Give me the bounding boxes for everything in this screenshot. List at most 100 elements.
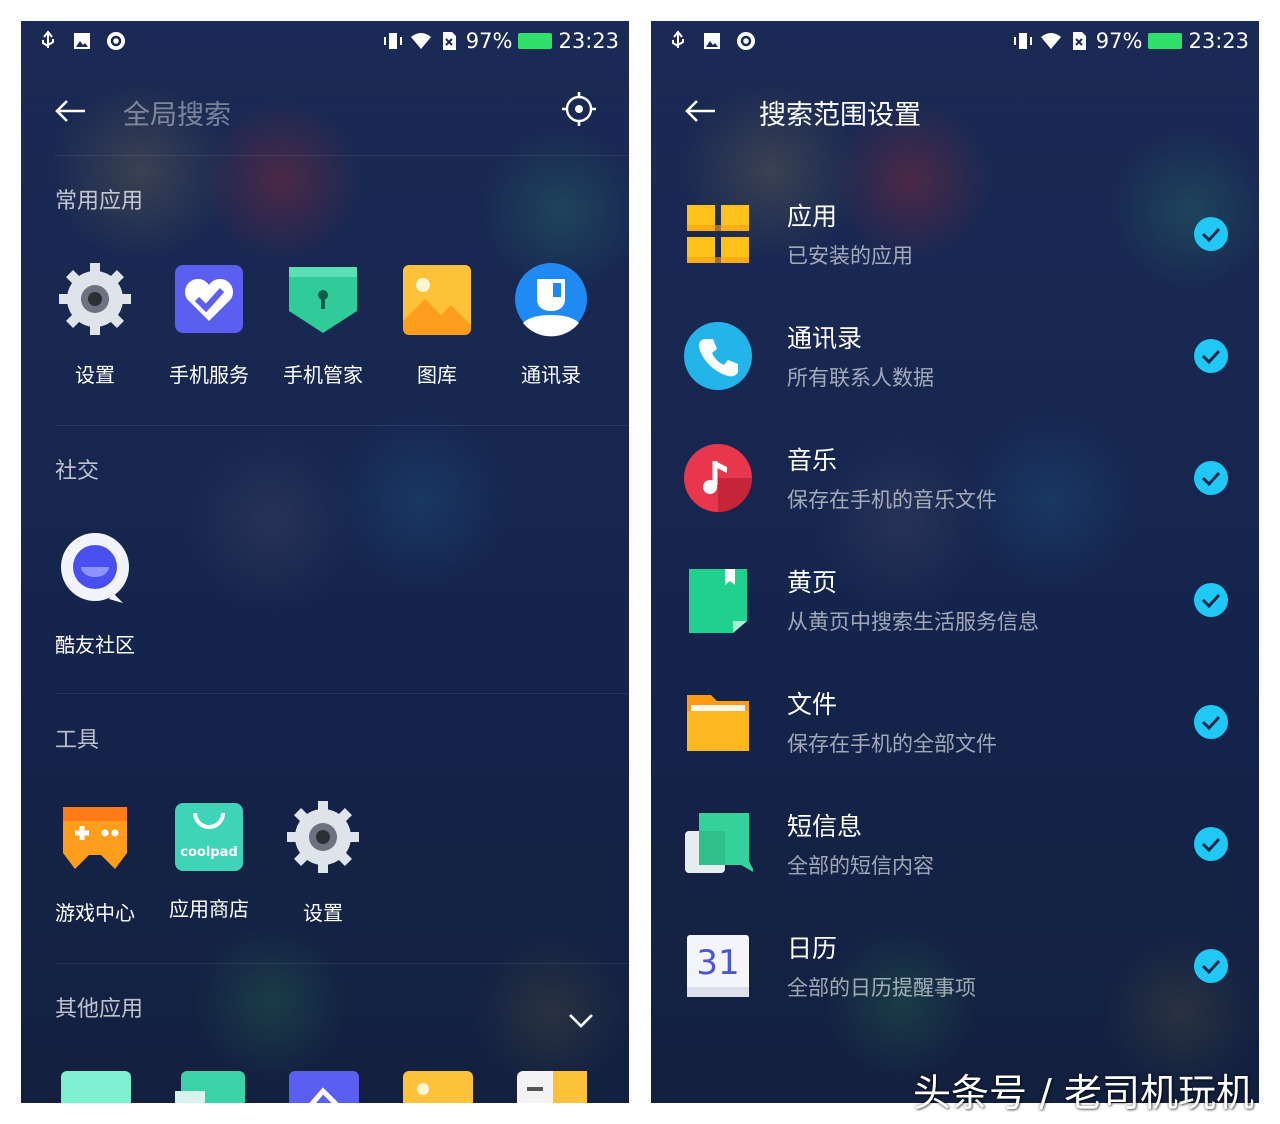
divider	[55, 425, 629, 426]
scope-item-title: 通讯录	[787, 324, 863, 353]
calendar-icon: 31	[683, 931, 753, 1001]
check-icon[interactable]	[1194, 461, 1228, 495]
app-label: 手机管家	[283, 363, 363, 387]
scope-item-subtitle: 保存在手机的音乐文件	[787, 488, 997, 512]
other-app-icon[interactable]	[61, 1071, 131, 1103]
battery-icon	[518, 33, 553, 49]
scope-item-contacts[interactable]: 通讯录 所有联系人数据	[651, 299, 1259, 419]
search-scope-settings-screen: 97% 23:23 搜索范围设置 应用 已安装的应用 通讯录 所有联系人数据 音…	[651, 21, 1259, 1103]
search-bar: 全局搜索	[21, 81, 629, 141]
app-label: 设置	[303, 901, 343, 925]
vibrate-icon	[1013, 33, 1032, 49]
app-coolpad-community[interactable]: 酷友社区	[39, 531, 151, 658]
music-note-icon	[684, 444, 752, 512]
chevron-down-icon[interactable]	[567, 1011, 595, 1031]
other-app-icon[interactable]	[403, 1071, 473, 1103]
check-icon[interactable]	[1194, 339, 1228, 373]
app-contacts[interactable]: 通讯录	[495, 261, 607, 388]
scope-item-yellow-pages[interactable]: 黄页 从黄页中搜索生活服务信息	[651, 543, 1259, 663]
scope-item-title: 日历	[787, 934, 838, 963]
app-label: 设置	[75, 363, 115, 387]
image-icon	[74, 33, 90, 49]
heart-check-icon	[175, 265, 243, 333]
c-app-icon	[107, 32, 125, 50]
clock: 23:23	[1188, 29, 1249, 53]
other-app-icon[interactable]	[289, 1071, 359, 1103]
folder-icon	[687, 695, 749, 751]
app-game-center[interactable]: 游戏中心	[39, 799, 151, 926]
shield-lock-icon	[289, 267, 357, 333]
app-label: 通讯录	[521, 363, 581, 387]
vibrate-icon	[383, 33, 402, 49]
global-search-screen: 97% 23:23 全局搜索 常用应用 设置 手机服务 手机管家 图库 通讯录 …	[21, 21, 629, 1103]
app-label: 应用商店	[169, 897, 249, 921]
scope-item-subtitle: 全部的日历提醒事项	[787, 976, 976, 1000]
scope-item-title: 黄页	[787, 568, 838, 597]
search-settings-icon[interactable]	[559, 89, 599, 129]
clock: 23:23	[558, 29, 619, 53]
scope-item-files[interactable]: 文件 保存在手机的全部文件	[651, 665, 1259, 785]
app-store-bag-icon: coolpad	[171, 799, 247, 875]
c-app-icon	[737, 32, 755, 50]
scope-item-music[interactable]: 音乐 保存在手机的音乐文件	[651, 421, 1259, 541]
check-icon[interactable]	[1194, 217, 1228, 251]
app-gallery[interactable]: 图库	[381, 261, 493, 388]
battery-percent: 97%	[465, 29, 513, 53]
status-bar: 97% 23:23	[21, 21, 629, 65]
scope-item-subtitle: 全部的短信内容	[787, 854, 934, 878]
scope-item-title: 音乐	[787, 446, 838, 475]
page-title: 搜索范围设置	[759, 100, 921, 131]
app-label: 游戏中心	[55, 901, 135, 925]
section-title-other[interactable]: 其他应用	[55, 991, 143, 1023]
contacts-icon	[515, 263, 587, 337]
divider	[55, 155, 629, 156]
wifi-icon	[410, 33, 431, 49]
check-icon[interactable]	[1194, 705, 1228, 739]
status-bar: 97% 23:23	[651, 21, 1259, 65]
scope-item-title: 应用	[787, 202, 838, 231]
scope-item-messages[interactable]: 短信息 全部的短信内容	[651, 787, 1259, 907]
app-settings-tools[interactable]: 设置	[267, 799, 379, 926]
settings-gear-icon	[59, 263, 131, 335]
divider	[55, 963, 629, 964]
store-icon-text: coolpad	[180, 845, 238, 860]
divider	[55, 693, 629, 694]
section-title-common: 常用应用	[55, 189, 144, 214]
search-input[interactable]: 全局搜索	[123, 93, 231, 132]
other-app-icon[interactable]	[517, 1071, 587, 1103]
phone-icon	[684, 322, 752, 390]
app-phone-manager[interactable]: 手机管家	[267, 261, 379, 388]
usb-icon	[672, 30, 684, 48]
check-icon[interactable]	[1194, 949, 1228, 983]
scope-item-title: 文件	[787, 690, 838, 719]
section-title-tools: 工具	[55, 728, 100, 753]
image-icon	[704, 33, 720, 49]
usb-icon	[42, 30, 54, 48]
scope-item-title: 短信息	[787, 812, 863, 841]
app-settings[interactable]: 设置	[39, 261, 151, 388]
no-sim-icon	[1072, 32, 1086, 50]
app-phone-service[interactable]: 手机服务	[153, 261, 265, 388]
app-bar: 搜索范围设置	[651, 81, 1259, 141]
scope-item-subtitle: 所有联系人数据	[787, 366, 934, 390]
scope-item-calendar[interactable]: 31 日历 全部的日历提醒事项	[651, 909, 1259, 1029]
calendar-day: 31	[696, 943, 740, 983]
settings-gear-icon	[287, 801, 359, 873]
scope-item-subtitle: 保存在手机的全部文件	[787, 732, 997, 756]
other-app-icon[interactable]	[175, 1071, 245, 1103]
gamepad-icon	[63, 807, 127, 869]
check-icon[interactable]	[1194, 827, 1228, 861]
section-title-social: 社交	[55, 459, 100, 484]
gallery-icon	[403, 265, 471, 335]
app-label: 手机服务	[169, 363, 249, 387]
scope-item-apps[interactable]: 应用 已安装的应用	[651, 177, 1259, 297]
check-icon[interactable]	[1194, 583, 1228, 617]
app-label: 酷友社区	[55, 633, 135, 657]
app-store[interactable]: coolpad 应用商店	[153, 799, 265, 922]
wifi-icon	[1040, 33, 1061, 49]
back-arrow-icon[interactable]	[51, 91, 91, 131]
back-arrow-icon[interactable]	[681, 91, 721, 131]
scope-item-subtitle: 已安装的应用	[787, 244, 913, 268]
scope-item-subtitle: 从黄页中搜索生活服务信息	[787, 610, 1039, 634]
watermark: 头条号 / 老司机玩机	[913, 1071, 1254, 1115]
